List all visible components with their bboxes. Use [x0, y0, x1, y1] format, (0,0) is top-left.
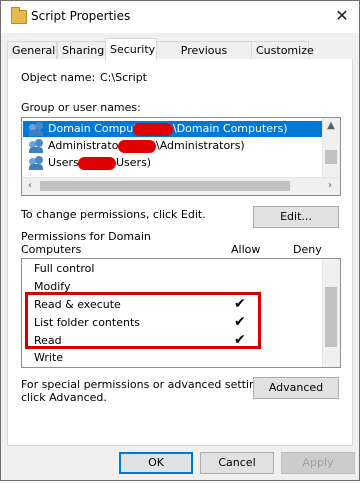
redaction-mark — [78, 157, 116, 170]
scroll-thumb[interactable] — [40, 181, 290, 191]
permissions-for-label-line2: Computers — [21, 243, 82, 256]
scroll-thumb[interactable] — [325, 150, 337, 164]
tab-security[interactable]: Security — [105, 38, 157, 60]
permission-modify: Modify — [34, 280, 71, 293]
user-group-icon — [29, 156, 45, 170]
permissions-for-label-line1: Permissions for Domain — [21, 230, 151, 243]
tab-general[interactable]: General — [7, 41, 57, 59]
change-permissions-text: To change permissions, click Edit. — [21, 208, 206, 221]
redaction-mark — [118, 140, 156, 153]
properties-dialog: Script Properties ✕ General Sharing Secu… — [0, 0, 360, 481]
list-item-administrators[interactable]: Administrators \Administrators) — [23, 138, 323, 154]
permission-list-folder-contents: List folder contents — [34, 316, 140, 329]
allow-check-icon: ✔ — [234, 296, 246, 312]
group-list-vertical-scrollbar[interactable]: ▲ — [322, 118, 340, 180]
deny-column-header: Deny — [293, 243, 322, 256]
list-item-users[interactable]: Users ( Users) — [23, 155, 323, 171]
allow-check-icon: ✔ — [234, 314, 246, 330]
permissions-vertical-scrollbar[interactable] — [322, 259, 340, 367]
edit-button[interactable]: Edit... — [253, 206, 339, 228]
ok-button[interactable]: OK — [119, 452, 193, 474]
cancel-button[interactable]: Cancel — [200, 452, 274, 474]
advanced-button[interactable]: Advanced — [253, 377, 339, 399]
group-name-suffix: \Domain Computers) — [173, 122, 288, 135]
object-name-value: C:\Script — [100, 71, 147, 84]
group-user-list[interactable]: Domain Computers \Domain Computers) Admi… — [21, 117, 341, 196]
title-bar: Script Properties ✕ — [1, 1, 359, 33]
tab-sharing[interactable]: Sharing — [57, 41, 106, 59]
permission-full-control: Full control — [34, 262, 95, 275]
special-permissions-text-line2: click Advanced. — [21, 391, 107, 404]
close-icon[interactable]: ✕ — [331, 5, 353, 27]
permission-read: Read — [34, 334, 62, 347]
apply-button[interactable]: Apply — [281, 452, 355, 474]
user-group-icon — [29, 139, 45, 153]
permissions-list: Full control Modify Read & execute ✔ Lis… — [21, 258, 341, 368]
permission-read-execute: Read & execute — [34, 298, 121, 311]
group-or-user-names-label: Group or user names: — [21, 101, 141, 114]
folder-icon — [11, 7, 27, 24]
permission-write: Write — [34, 351, 64, 364]
redaction-mark — [133, 123, 173, 136]
allow-column-header: Allow — [231, 243, 261, 256]
scroll-right-arrow-icon[interactable]: › — [322, 178, 338, 194]
special-permissions-text-line1: For special permissions or advanced sett… — [21, 378, 273, 391]
tab-customize[interactable]: Customize — [251, 41, 314, 59]
window-title: Script Properties — [31, 9, 131, 23]
list-item-domain-computers[interactable]: Domain Computers \Domain Computers) — [23, 121, 323, 137]
scroll-thumb[interactable] — [325, 287, 337, 347]
user-group-icon — [29, 122, 45, 136]
allow-check-icon: ✔ — [234, 332, 246, 348]
group-name-suffix: Users) — [116, 156, 152, 169]
group-name-prefix: Administrators — [48, 139, 129, 152]
object-name-label: Object name: — [21, 71, 96, 84]
group-list-horizontal-scrollbar[interactable]: ‹ › — [22, 177, 340, 195]
scroll-left-arrow-icon[interactable]: ‹ — [22, 178, 38, 194]
group-name-suffix: \Administrators) — [156, 139, 245, 152]
scroll-up-arrow-icon[interactable]: ▲ — [323, 118, 339, 134]
tab-previous-versions[interactable]: Previous Versions — [156, 41, 252, 74]
